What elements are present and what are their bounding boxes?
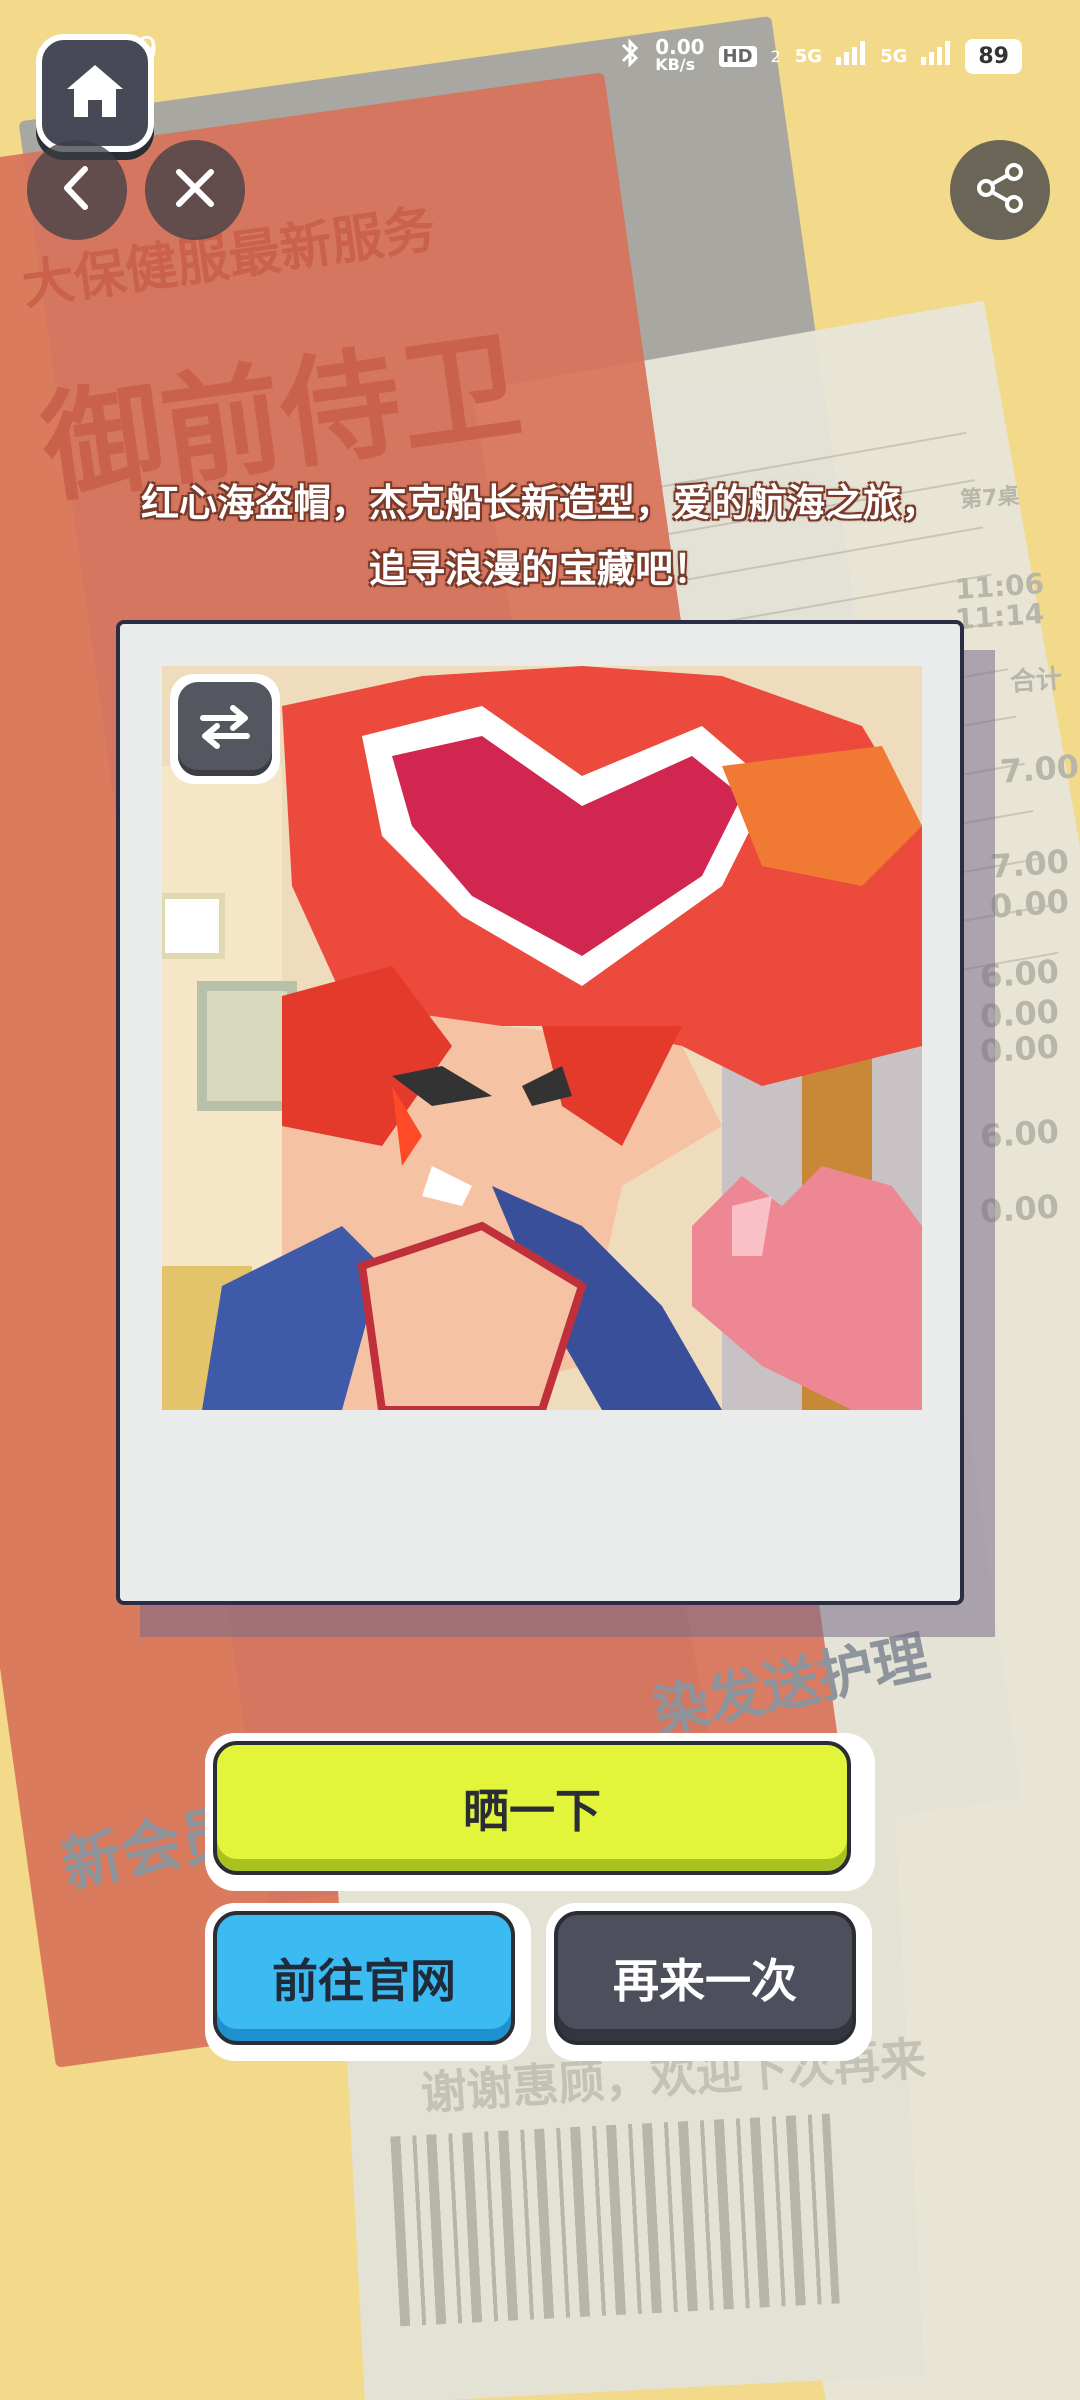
official-site-button-frame: 前往官网: [205, 1903, 531, 2061]
battery-indicator: 89: [965, 38, 1022, 74]
share-button[interactable]: 晒一下: [213, 1741, 851, 1875]
hd-badge: HD: [718, 45, 757, 67]
close-button[interactable]: [145, 140, 245, 240]
net-speed-value: 0.00: [655, 35, 705, 59]
pixel-art-character: [162, 666, 922, 1410]
signal-2-label: 5G: [880, 45, 908, 67]
swap-icon: [197, 702, 253, 756]
share-top-button[interactable]: [950, 140, 1050, 240]
caption-line-2: 追寻浪漫的宝藏吧！: [368, 547, 711, 591]
character-photo: [162, 666, 922, 1410]
back-button[interactable]: [27, 140, 127, 240]
receipt-time-2: 11:14: [953, 596, 1046, 637]
status-icons: 0.00 KB/s HD 2 5G 5G 89: [619, 36, 1022, 76]
result-caption: 红心海盗帽，杰克船长新造型，爱的航海之旅， 追寻浪漫的宝藏吧！: [80, 470, 1000, 602]
retry-button[interactable]: 再来一次: [554, 1911, 856, 2045]
net-speed-unit: KB/s: [655, 55, 696, 74]
chevron-left-icon: [57, 163, 97, 217]
signal-2-icon: [921, 41, 951, 71]
polaroid-card: [116, 620, 964, 1605]
home-icon: [64, 62, 126, 124]
receipt-price-2: 7.00: [988, 842, 1071, 886]
receipt-price-1: 7.00: [998, 747, 1080, 791]
official-site-button[interactable]: 前往官网: [213, 1911, 515, 2045]
close-icon: [171, 164, 219, 216]
home-button[interactable]: [36, 34, 154, 152]
status-bar: 00:19 0.00 KB/s HD 2 5G 5G 89: [0, 0, 1080, 110]
hd-sub: 2: [770, 46, 781, 66]
receipt-price-3: 0.00: [988, 882, 1071, 926]
barcode: [390, 2113, 840, 2327]
signal-1-label: 5G: [794, 45, 823, 67]
swap-button[interactable]: [170, 674, 280, 784]
receipt-total-label: 合计: [1009, 664, 1064, 698]
signal-1-icon: [836, 41, 866, 71]
share-button-frame: 晒一下: [205, 1733, 875, 1891]
bluetooth-icon: [619, 36, 641, 76]
share-icon: [972, 160, 1028, 220]
retry-button-frame: 再来一次: [546, 1903, 872, 2061]
caption-line-1: 红心海盗帽，杰克船长新造型，爱的航海之旅，: [140, 481, 939, 525]
